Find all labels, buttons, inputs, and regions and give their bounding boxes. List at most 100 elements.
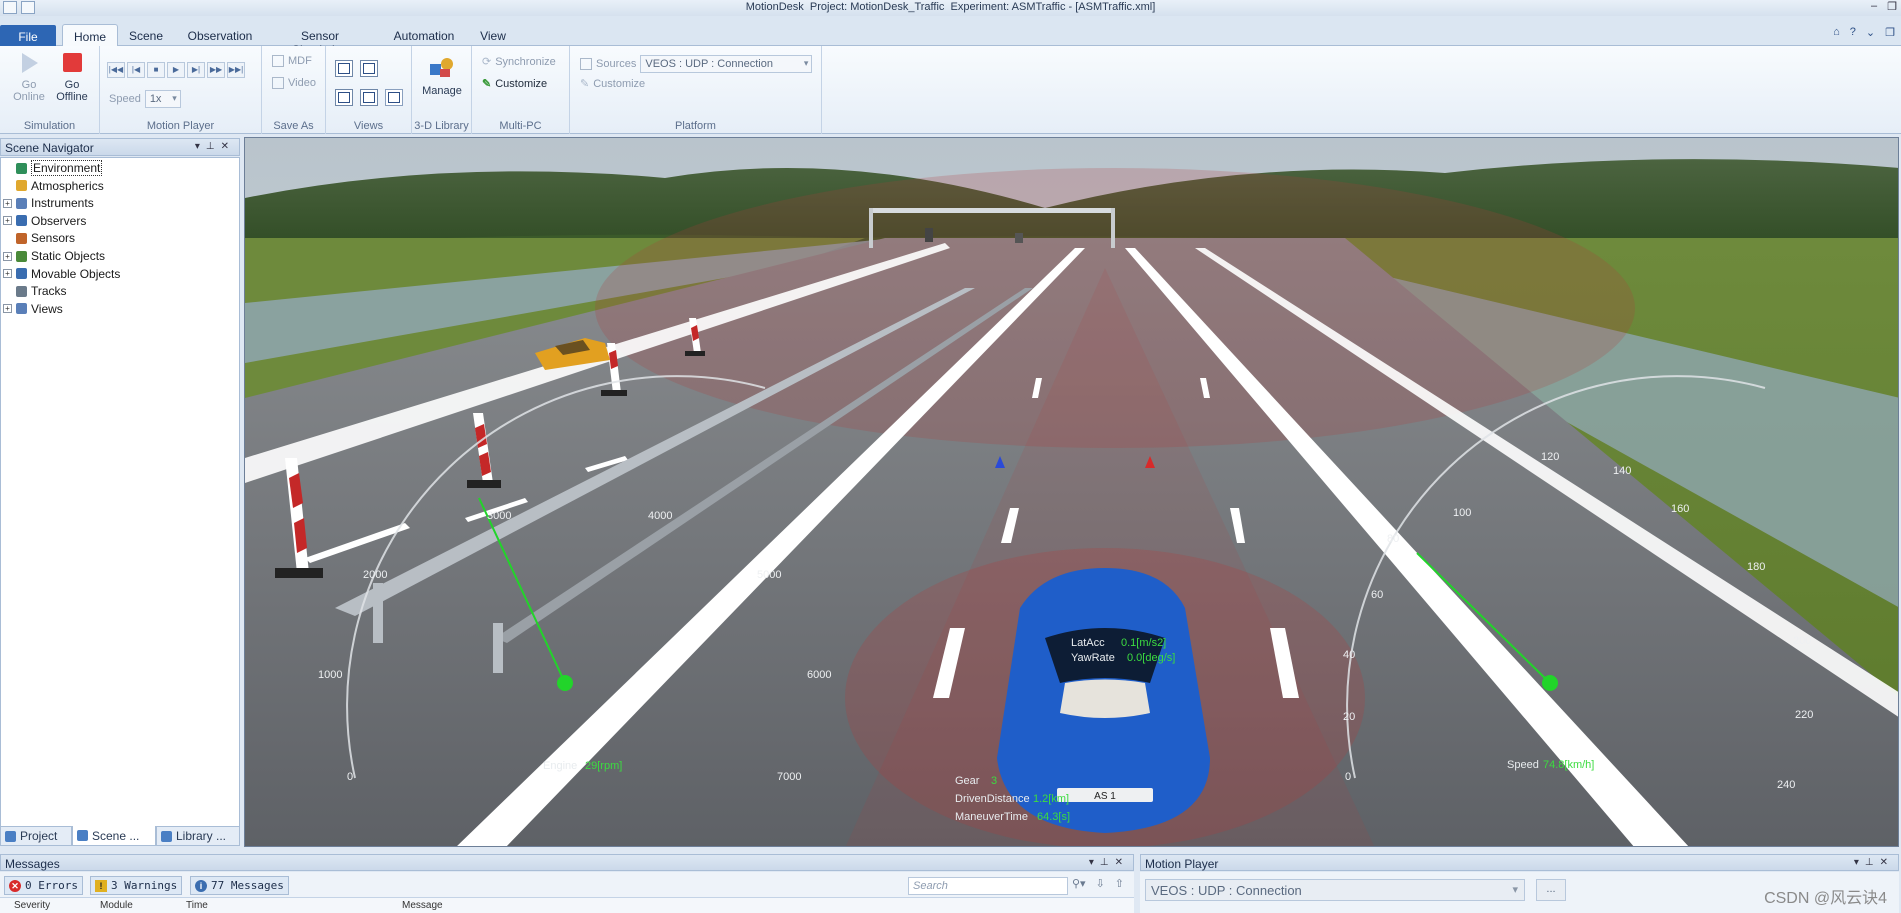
tab-home[interactable]: Home <box>62 24 118 47</box>
customize-icon: ✎ <box>580 78 590 90</box>
latacc-value: 0.1[m/s2] <box>1121 637 1166 649</box>
column-message[interactable]: Message <box>402 900 443 911</box>
column-time[interactable]: Time <box>186 900 208 911</box>
fullscreen-view-icon[interactable] <box>385 89 403 106</box>
dropdown-icon[interactable]: ▾ <box>1854 857 1865 868</box>
tab-automation[interactable]: Automation <box>384 24 464 46</box>
manage-button[interactable]: Manage <box>418 52 466 97</box>
tree-item-movable-objects[interactable]: + Movable Objects <box>3 266 120 282</box>
search-options-icon[interactable]: ⚲▾ <box>1072 877 1086 890</box>
platform-customize-button[interactable]: ✎ Customize <box>580 77 645 91</box>
expand-icon[interactable]: + <box>3 216 12 226</box>
tree-item-observers[interactable]: + Observers <box>3 213 86 229</box>
svg-text:4000: 4000 <box>648 510 672 522</box>
error-icon: ✕ <box>9 879 21 892</box>
mdf-button[interactable]: MDF <box>272 55 312 67</box>
close-icon[interactable]: ✕ <box>1880 857 1894 868</box>
messages-search-input[interactable]: Search <box>908 877 1068 895</box>
first-frame-icon[interactable]: |◀◀ <box>107 62 125 78</box>
views-group-label: Views <box>353 120 384 132</box>
tree-item-sensors[interactable]: Sensors <box>3 230 75 246</box>
last-frame-icon[interactable]: ▶▶| <box>227 62 245 78</box>
video-button[interactable]: Video <box>272 77 316 89</box>
tree-item-views[interactable]: + Views <box>3 301 63 317</box>
tab-project[interactable]: Project <box>0 826 72 846</box>
dropdown-icon[interactable]: ▾ <box>1089 857 1100 868</box>
tab-view[interactable]: View <box>478 24 508 46</box>
tree-item-label: Movable Objects <box>31 266 121 281</box>
svg-text:2000: 2000 <box>363 569 387 581</box>
messages-filter-button[interactable]: i 77 Messages <box>190 876 289 895</box>
step-back-icon[interactable]: |◀ <box>127 62 145 78</box>
sources-select[interactable]: VEOS : UDP : Connection <box>640 55 813 73</box>
tracks-icon <box>16 285 27 297</box>
tree-item-tracks[interactable]: Tracks <box>3 283 67 299</box>
expand-icon[interactable]: + <box>3 304 12 314</box>
speed-needle-pivot <box>1542 675 1558 691</box>
sources-icon <box>580 58 592 70</box>
platform-group-label: Platform <box>675 120 716 132</box>
tab-sensor-simulation[interactable]: Sensor Simulation <box>272 24 368 57</box>
go-offline-button[interactable]: Go Offline <box>52 50 92 103</box>
watermark: CSDN @风云诀4 <box>1764 890 1887 907</box>
synchronize-button[interactable]: ⟳ Synchronize <box>482 55 556 69</box>
split-vertical-icon[interactable] <box>335 89 353 106</box>
pin-icon[interactable]: ⊥ <box>1100 857 1115 868</box>
tab-observation[interactable]: Observation <box>180 24 260 46</box>
messages-title: Messages <box>5 857 60 871</box>
errors-filter-button[interactable]: ✕ 0 Errors <box>4 876 83 895</box>
pin-icon[interactable]: ⊥ <box>206 141 221 152</box>
speed-select[interactable]: 1x <box>144 90 181 108</box>
help-icon[interactable]: ? <box>1850 26 1856 39</box>
connection-select[interactable]: VEOS : UDP : Connection <box>1145 879 1525 901</box>
ribbon-restore-icon[interactable]: ❐ <box>1885 26 1895 39</box>
maneuvertime-label: ManeuverTime <box>955 811 1028 823</box>
column-severity[interactable]: Severity <box>14 900 50 911</box>
single-view-icon[interactable] <box>335 60 353 77</box>
dropdown-icon[interactable]: ▾ <box>195 141 206 152</box>
pin-icon[interactable]: ⊥ <box>1865 857 1880 868</box>
tree-item-instruments[interactable]: + Instruments <box>3 195 94 211</box>
tree-item-atmospherics[interactable]: Atmospherics <box>3 178 104 194</box>
tab-scene[interactable]: Scene <box>126 24 166 46</box>
svg-text:0: 0 <box>1345 771 1351 783</box>
svg-text:5000: 5000 <box>757 569 781 581</box>
instruments-icon <box>16 197 27 209</box>
tab-scene-navigator[interactable]: Scene ... <box>72 826 156 846</box>
minimize-icon[interactable]: – <box>1871 0 1877 13</box>
svg-text:200: 200 <box>1793 635 1811 647</box>
scene-viewport[interactable]: 0 1000 2000 3000 4000 5000 6000 7000 0 2… <box>244 137 1899 847</box>
go-online-button[interactable]: Go Online <box>9 50 49 103</box>
ribbon-minimize-icon[interactable]: ⌄ <box>1866 26 1875 39</box>
arrow-up-icon[interactable]: ⇧ <box>1115 877 1124 890</box>
split-horizontal-icon[interactable] <box>360 60 378 77</box>
sensors-icon <box>16 232 27 244</box>
customize-icon: ✎ <box>482 78 492 90</box>
fast-forward-icon[interactable]: ▶▶ <box>207 62 225 78</box>
tree-item-static-objects[interactable]: + Static Objects <box>3 248 105 264</box>
tree-item-label: Instruments <box>31 196 94 211</box>
quad-view-icon[interactable] <box>360 89 378 106</box>
svg-text:40: 40 <box>1343 649 1355 661</box>
svg-text:1000: 1000 <box>318 669 342 681</box>
expand-icon[interactable]: + <box>3 198 12 208</box>
stop-icon[interactable]: ■ <box>147 62 165 78</box>
restore-icon[interactable]: ❐ <box>1887 0 1897 13</box>
close-icon[interactable]: ✕ <box>1115 857 1129 868</box>
arrow-down-icon[interactable]: ⇩ <box>1096 877 1105 890</box>
close-icon[interactable]: ✕ <box>221 141 235 152</box>
expand-icon[interactable]: + <box>3 251 12 261</box>
play-icon[interactable]: ▶ <box>167 62 185 78</box>
home-icon[interactable]: ⌂ <box>1833 26 1840 39</box>
warnings-filter-button[interactable]: ! 3 Warnings <box>90 876 183 895</box>
step-forward-icon[interactable]: ▶| <box>187 62 205 78</box>
multipc-customize-button[interactable]: ✎ Customize <box>482 77 547 91</box>
expand-icon[interactable]: + <box>3 269 12 279</box>
tree-item-environment[interactable]: Environment <box>3 160 103 176</box>
rpm-needle-pivot <box>557 675 573 691</box>
tab-library[interactable]: Library ... <box>156 826 240 846</box>
svg-text:0: 0 <box>347 771 353 783</box>
browse-button[interactable]: ... <box>1536 879 1566 901</box>
tab-file[interactable]: File <box>0 25 56 46</box>
column-module[interactable]: Module <box>100 900 133 911</box>
